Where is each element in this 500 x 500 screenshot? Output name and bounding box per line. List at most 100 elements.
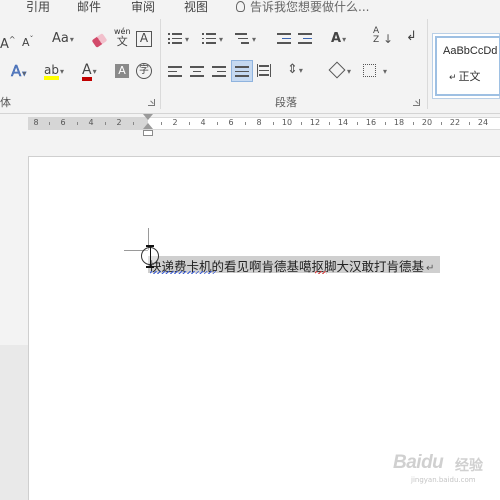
paragraph-group-label: 段落 (275, 96, 297, 109)
bullets-icon[interactable] (168, 33, 182, 44)
distributed-icon[interactable] (257, 64, 271, 77)
ruler-number: 8 (256, 118, 262, 127)
decrease-indent-icon[interactable] (277, 33, 291, 44)
show-marks-button[interactable]: ↲ (406, 29, 417, 45)
ruler-tick (273, 122, 274, 125)
styles-gallery[interactable]: AaBbCcDd ↵ 正文 (432, 33, 500, 99)
borders-icon[interactable] (363, 64, 376, 77)
align-left-icon[interactable] (168, 66, 182, 77)
ruler-tick (161, 122, 162, 125)
ruler-tick (413, 122, 414, 125)
ruler-number: 20 (421, 118, 433, 127)
bullets-dropdown[interactable]: ▾ (184, 30, 189, 48)
multilevel-list-dropdown[interactable]: ▾ (251, 30, 256, 48)
menu-bar: 引用 邮件 审阅 视图 告诉我您想要做什么... (0, 0, 500, 15)
baidu-watermark: Baidu 经验 jingyan.baidu.com (393, 448, 500, 488)
sort-button[interactable]: AZ (373, 27, 379, 45)
char-border-button[interactable]: A (136, 31, 152, 47)
tab-view[interactable]: 视图 (184, 0, 208, 15)
justify-icon (235, 66, 249, 77)
ruler-number: 22 (449, 118, 461, 127)
ruler-number: 10 (281, 118, 293, 127)
ruler-tick (245, 122, 246, 125)
spelling-squiggle (315, 271, 327, 274)
borders-dropdown[interactable]: ▾ (382, 62, 387, 80)
ruler-tick (217, 122, 218, 125)
left-indent-marker[interactable] (143, 130, 153, 136)
shrink-font-button[interactable]: Aˇ (22, 32, 34, 51)
ruler-number: 4 (88, 118, 94, 127)
multilevel-list-icon[interactable] (235, 33, 249, 44)
increase-indent-icon[interactable] (298, 33, 312, 44)
selected-text-line[interactable]: 快递费卡机的看见啊肯德基噶抠脚大汉敢打肯德基 ↵ (148, 256, 441, 274)
ruler-number: 6 (60, 118, 66, 127)
text-effects-button[interactable]: A▾ (11, 63, 27, 82)
paragraph-dialog-launcher-icon[interactable] (413, 99, 420, 106)
align-right-icon[interactable] (212, 66, 226, 77)
shading-dropdown[interactable]: ▾ (346, 62, 351, 80)
grow-font-button[interactable]: A^ (0, 32, 16, 53)
ibeam-cursor-icon (140, 243, 160, 269)
style-name-label: ↵ 正文 (449, 70, 481, 83)
ruler-tick (469, 122, 470, 125)
ruler-tick (357, 122, 358, 125)
ruler-number: 2 (172, 118, 178, 127)
ruler-tick (385, 122, 386, 125)
ruler-number: 18 (393, 118, 405, 127)
ruler-tick (49, 122, 50, 125)
ribbon: A^ Aˇ Aa▾ wén 文 A A▾ ab▾ A▾ A 字 体 ▾ ▾ ▾ A… (0, 15, 500, 114)
document-area (0, 140, 500, 500)
ruler-tick (77, 122, 78, 125)
chinese-layout-button[interactable]: A▾ (331, 31, 346, 48)
ruler-number: 8 (33, 118, 39, 127)
tab-review[interactable]: 审阅 (131, 0, 155, 15)
watermark-brand: Baidu (393, 452, 444, 473)
lightbulb-icon (236, 1, 245, 12)
numbering-dropdown[interactable]: ▾ (218, 30, 223, 48)
align-center-icon[interactable] (190, 66, 204, 77)
tab-references[interactable]: 引用 (26, 0, 50, 15)
ruler-number: 2 (116, 118, 122, 127)
clear-formatting-icon[interactable] (91, 33, 108, 48)
font-color-button[interactable]: A▾ (82, 62, 97, 81)
tell-me-text: 告诉我您想要做什么... (250, 0, 370, 14)
ruler-number: 4 (200, 118, 206, 127)
phonetic-guide-button[interactable]: wén 文 (114, 27, 131, 48)
ruler-number: 12 (309, 118, 321, 127)
ruler-tick (189, 122, 190, 125)
justify-button[interactable] (231, 60, 253, 82)
shading-icon[interactable] (328, 61, 346, 79)
ruler-tick (301, 122, 302, 125)
sort-arrow-icon: ↓ (383, 32, 394, 46)
ruler-number: 6 (228, 118, 234, 127)
enclose-char-button[interactable]: 字 (136, 63, 152, 79)
style-preview-text: AaBbCcDd (443, 45, 498, 57)
font-group-label: 体 (0, 96, 11, 109)
left-gutter (0, 345, 28, 500)
paragraph-mark: ↵ (426, 263, 435, 274)
tab-mailings[interactable]: 邮件 (77, 0, 101, 15)
line-spacing-button[interactable]: ⇕▾ (287, 62, 303, 79)
ruler-number: 16 (365, 118, 377, 127)
ruler-tick (133, 122, 134, 125)
font-dialog-launcher-icon[interactable] (148, 99, 155, 106)
ruler-number: 14 (337, 118, 349, 127)
highlight-button[interactable]: ab▾ (44, 62, 64, 80)
watermark-url: jingyan.baidu.com (411, 476, 476, 484)
tell-me-search[interactable]: 告诉我您想要做什么... (236, 0, 369, 15)
hanging-indent-marker[interactable] (143, 123, 153, 129)
group-divider (427, 19, 428, 109)
first-line-indent-marker[interactable] (143, 114, 153, 120)
char-shading-button[interactable]: A (115, 64, 129, 78)
ruler-tick (329, 122, 330, 125)
style-normal[interactable]: AaBbCcDd ↵ 正文 (435, 36, 500, 96)
ruler-tick (441, 122, 442, 125)
grammar-squiggle (150, 271, 216, 274)
ruler-number: 24 (477, 118, 489, 127)
numbering-icon[interactable] (202, 33, 216, 44)
horizontal-ruler[interactable]: 8 6 4 2 2 4 6 8 10 12 14 16 18 20 22 24 (0, 114, 500, 140)
change-case-button[interactable]: Aa▾ (52, 31, 74, 48)
ruler-tick (105, 122, 106, 125)
watermark-sub: 经验 (455, 458, 483, 474)
group-divider (160, 19, 161, 109)
